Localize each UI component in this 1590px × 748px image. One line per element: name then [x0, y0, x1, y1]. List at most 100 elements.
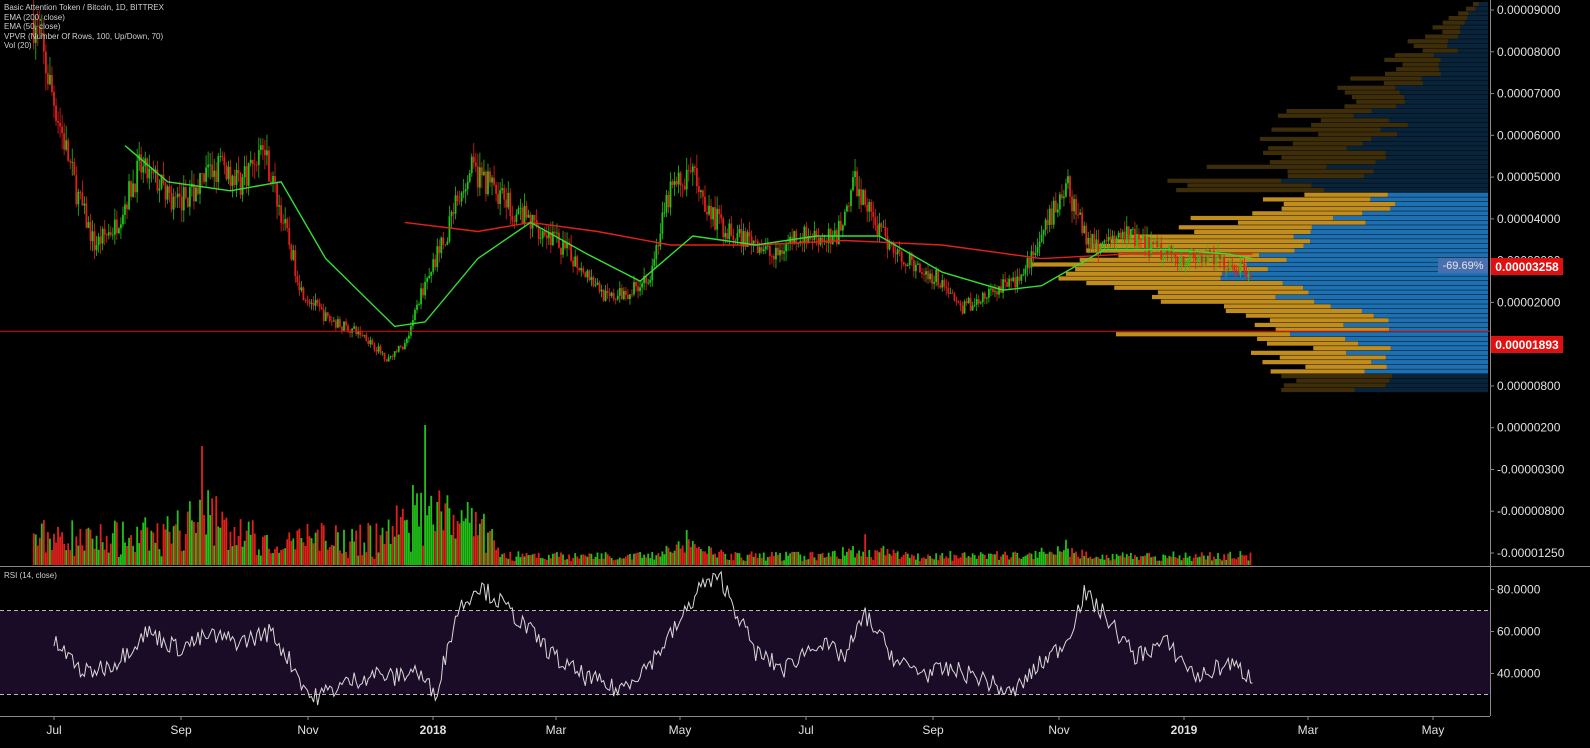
change-percent-text: -69.69%	[1443, 260, 1484, 272]
legend-vpvr[interactable]: VPVR (Number Of Rows, 100, Up/Down, 70)	[4, 32, 164, 42]
candle-body	[663, 212, 666, 214]
volume-bar	[547, 554, 550, 565]
candle-body	[223, 157, 226, 166]
volume-bar	[213, 545, 216, 565]
legend-symbol-title[interactable]: Basic Attention Token / Bitcoin, 1D, BIT…	[4, 3, 164, 13]
price-tick-label: 0.00005000	[1497, 170, 1561, 184]
legend-ema200[interactable]: EMA (200, close)	[4, 13, 164, 23]
volume-bar	[624, 556, 627, 565]
volume-bar	[182, 550, 185, 565]
volume-bar	[990, 553, 992, 565]
volume-bar	[848, 548, 850, 565]
volume-bar	[635, 553, 637, 565]
volume-bar	[454, 538, 457, 565]
vpvr-down-row	[1263, 150, 1386, 155]
volume-bar	[645, 557, 648, 565]
time-tick-label: May	[1422, 723, 1445, 737]
candle-body	[503, 188, 506, 200]
candle-body	[61, 126, 64, 134]
candle-body	[608, 292, 611, 296]
volume-bar	[422, 545, 424, 565]
last-price-badge: 0.00003258	[1491, 258, 1563, 275]
volume-bar	[554, 553, 556, 565]
candle-body	[361, 335, 364, 336]
candle-body	[1113, 235, 1116, 243]
candle-body	[418, 304, 420, 306]
volume-bar	[633, 553, 635, 565]
vpvr-down-row	[1396, 67, 1440, 72]
vpvr-up-row	[1326, 164, 1488, 169]
vpvr-up-row	[1460, 29, 1488, 35]
candle-body	[71, 162, 74, 163]
candle-body	[1026, 257, 1029, 269]
volume-bar	[300, 537, 303, 565]
candle-body	[286, 219, 289, 229]
candle-body	[874, 216, 877, 226]
candle-body	[255, 164, 258, 166]
vpvr-down-row	[1245, 313, 1374, 318]
rsi-axis[interactable]: 80.0000 60.0000 40.0000	[1490, 583, 1541, 681]
volume-bar	[896, 551, 899, 565]
candle-body	[700, 190, 702, 193]
volume-bar	[927, 554, 929, 565]
candle-body	[509, 192, 512, 217]
vpvr-down-row	[1266, 341, 1359, 346]
candle-body	[955, 300, 958, 302]
volume-bar	[789, 553, 792, 565]
candle-body	[320, 307, 323, 310]
volume-bar	[616, 559, 619, 565]
vpvr-up-row	[1447, 43, 1488, 49]
volume-bar	[505, 557, 508, 565]
candle-body	[992, 288, 994, 292]
volume-bar	[474, 512, 477, 565]
candle-body	[943, 280, 946, 287]
volume-bar	[981, 553, 984, 565]
volume-bar	[929, 555, 931, 565]
candle-body	[172, 196, 175, 210]
candle-body	[975, 299, 978, 305]
candle-body	[706, 211, 708, 215]
candle-body	[207, 164, 210, 168]
candle-body	[870, 202, 873, 212]
volume-bar	[276, 546, 278, 565]
volume-bar	[564, 559, 566, 565]
volume-bar	[85, 528, 88, 565]
candle-body	[730, 223, 733, 236]
volume-histogram	[32, 425, 1252, 565]
candle-body	[193, 183, 195, 202]
vpvr-up-row	[1345, 336, 1488, 341]
volume-bar	[586, 556, 589, 565]
candle-body	[424, 281, 427, 296]
volume-bar	[1152, 556, 1155, 565]
candle-body	[817, 237, 820, 245]
vpvr-down-row	[1351, 95, 1405, 100]
vpvr-up-row	[1294, 248, 1488, 253]
rsi-legend[interactable]: RSI (14, close)	[4, 571, 57, 580]
candle-body	[602, 289, 605, 301]
candle-body	[107, 232, 110, 236]
volume-bar	[377, 552, 380, 565]
candle-body	[120, 224, 122, 229]
candle-body	[760, 247, 763, 252]
candle-body	[164, 183, 167, 200]
time-axis[interactable]: Jul Sep Nov 2018 Mar May Jul Sep Nov 2019 Mar May	[46, 716, 1444, 737]
candle-body	[762, 249, 765, 252]
volume-bar	[1113, 559, 1116, 565]
candle-body	[434, 259, 437, 268]
candle-body	[841, 225, 844, 231]
legend-ema50[interactable]: EMA (50, close)	[4, 22, 164, 32]
price-axis[interactable]: 0.00009000 0.00008000 0.00007000 0.00006000…	[1490, 3, 1565, 560]
candle-body	[452, 212, 455, 214]
candle-body	[872, 211, 875, 217]
candle-body	[1075, 199, 1077, 215]
candle-body	[1065, 183, 1067, 197]
trading-chart[interactable]: 0.00009000 0.00008000 0.00007000 0.00006000…	[0, 0, 1590, 748]
candle-body	[1138, 234, 1140, 239]
volume-bar	[807, 559, 810, 565]
candle-body	[582, 268, 585, 273]
vpvr-down-row	[1473, 2, 1479, 7]
volume-bar	[487, 532, 489, 565]
volume-bar	[545, 559, 548, 565]
candle-body	[631, 294, 633, 296]
legend-vol[interactable]: Vol (20)	[4, 41, 164, 51]
